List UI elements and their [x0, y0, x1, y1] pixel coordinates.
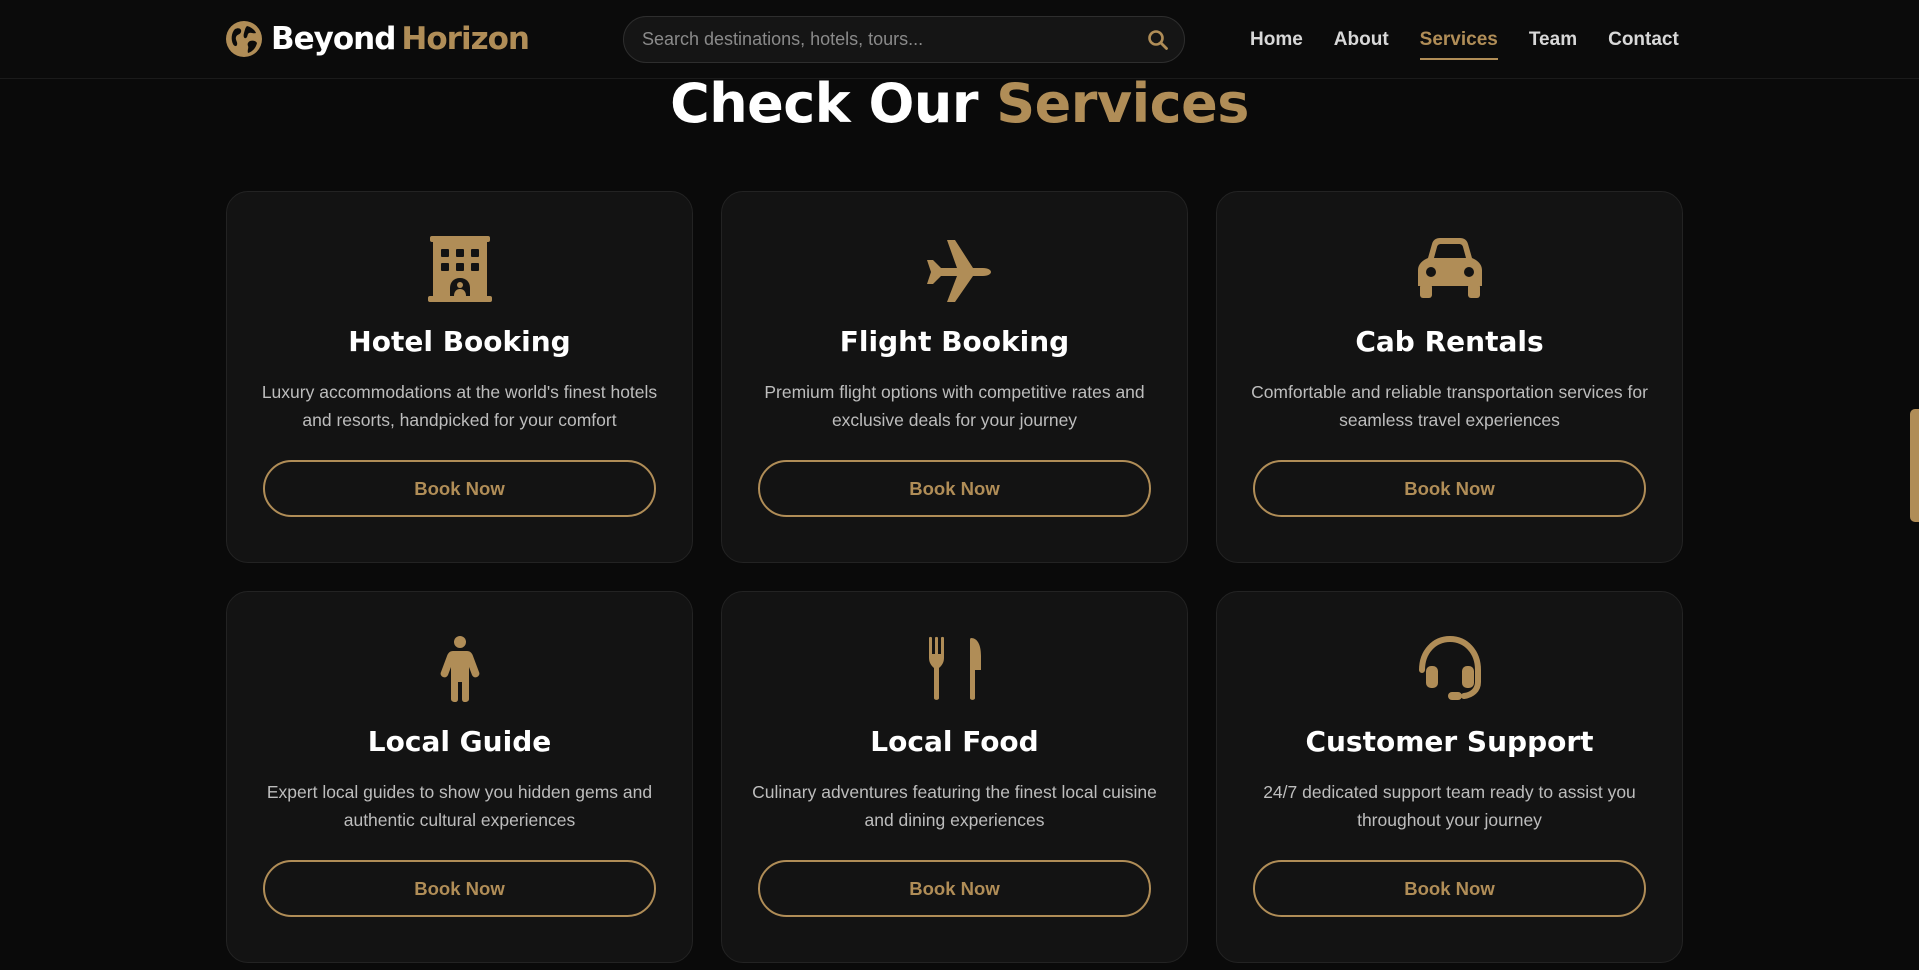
service-card-cab: Cab Rentals Comfortable and reliable tra… — [1216, 191, 1683, 563]
service-title: Customer Support — [1305, 725, 1594, 758]
section-title-accent: Services — [996, 72, 1249, 135]
service-description: Expert local guides to show you hidden g… — [266, 782, 653, 830]
section-title-main: Check Our — [670, 72, 978, 135]
brand-name-accent: Horizon — [401, 21, 530, 57]
utensils-icon — [928, 636, 981, 700]
car-icon — [1417, 238, 1482, 298]
service-description: Luxury accommodations at the world's fin… — [261, 382, 658, 430]
book-now-button[interactable]: Book Now — [263, 860, 656, 917]
person-icon — [440, 636, 479, 702]
service-card-hotel: Hotel Booking Luxury accommodations at t… — [226, 191, 693, 563]
service-card-guide: Local Guide Expert local guides to show … — [226, 591, 693, 963]
nav-services[interactable]: Services — [1419, 29, 1499, 60]
service-card-flight: Flight Booking Premium flight options wi… — [721, 191, 1188, 563]
section-title: Check Our Services — [0, 70, 1919, 138]
service-title: Local Guide — [367, 725, 552, 758]
service-title: Local Food — [870, 725, 1039, 758]
globe-icon — [226, 21, 262, 57]
nav-home[interactable]: Home — [1250, 29, 1303, 51]
service-card-support: Customer Support 24/7 dedicated support … — [1216, 591, 1683, 963]
nav-team[interactable]: Team — [1529, 29, 1577, 51]
search-icon[interactable] — [1146, 28, 1170, 52]
service-description: Comfortable and reliable transportation … — [1251, 382, 1648, 430]
book-now-button[interactable]: Book Now — [263, 460, 656, 517]
book-now-button[interactable]: Book Now — [758, 460, 1151, 517]
service-description: Culinary adventures featuring the finest… — [752, 782, 1157, 830]
service-card-food: Local Food Culinary adventures featuring… — [721, 591, 1188, 963]
hotel-icon — [427, 236, 492, 302]
page-scrollbar[interactable] — [1910, 409, 1919, 522]
services-grid: Hotel Booking Luxury accommodations at t… — [226, 191, 1684, 963]
service-description: 24/7 dedicated support team ready to ass… — [1263, 782, 1636, 830]
nav-about[interactable]: About — [1334, 29, 1389, 51]
site-header: Beyond Horizon Home About Services Team … — [0, 0, 1919, 79]
book-now-button[interactable]: Book Now — [758, 860, 1151, 917]
search-bar — [623, 16, 1185, 63]
nav-contact[interactable]: Contact — [1608, 29, 1679, 51]
brand-name-primary: Beyond — [271, 21, 396, 57]
service-description: Premium flight options with competitive … — [764, 382, 1145, 430]
service-title: Hotel Booking — [348, 325, 571, 358]
book-now-button[interactable]: Book Now — [1253, 460, 1646, 517]
headset-icon — [1418, 636, 1481, 700]
service-title: Cab Rentals — [1355, 325, 1544, 358]
main-nav: Home About Services Team Contact — [1250, 0, 1710, 79]
search-input[interactable] — [624, 17, 1184, 62]
plane-icon — [926, 240, 991, 302]
brand-logo[interactable]: Beyond Horizon — [225, 20, 530, 58]
service-title: Flight Booking — [839, 325, 1070, 358]
book-now-button[interactable]: Book Now — [1253, 860, 1646, 917]
